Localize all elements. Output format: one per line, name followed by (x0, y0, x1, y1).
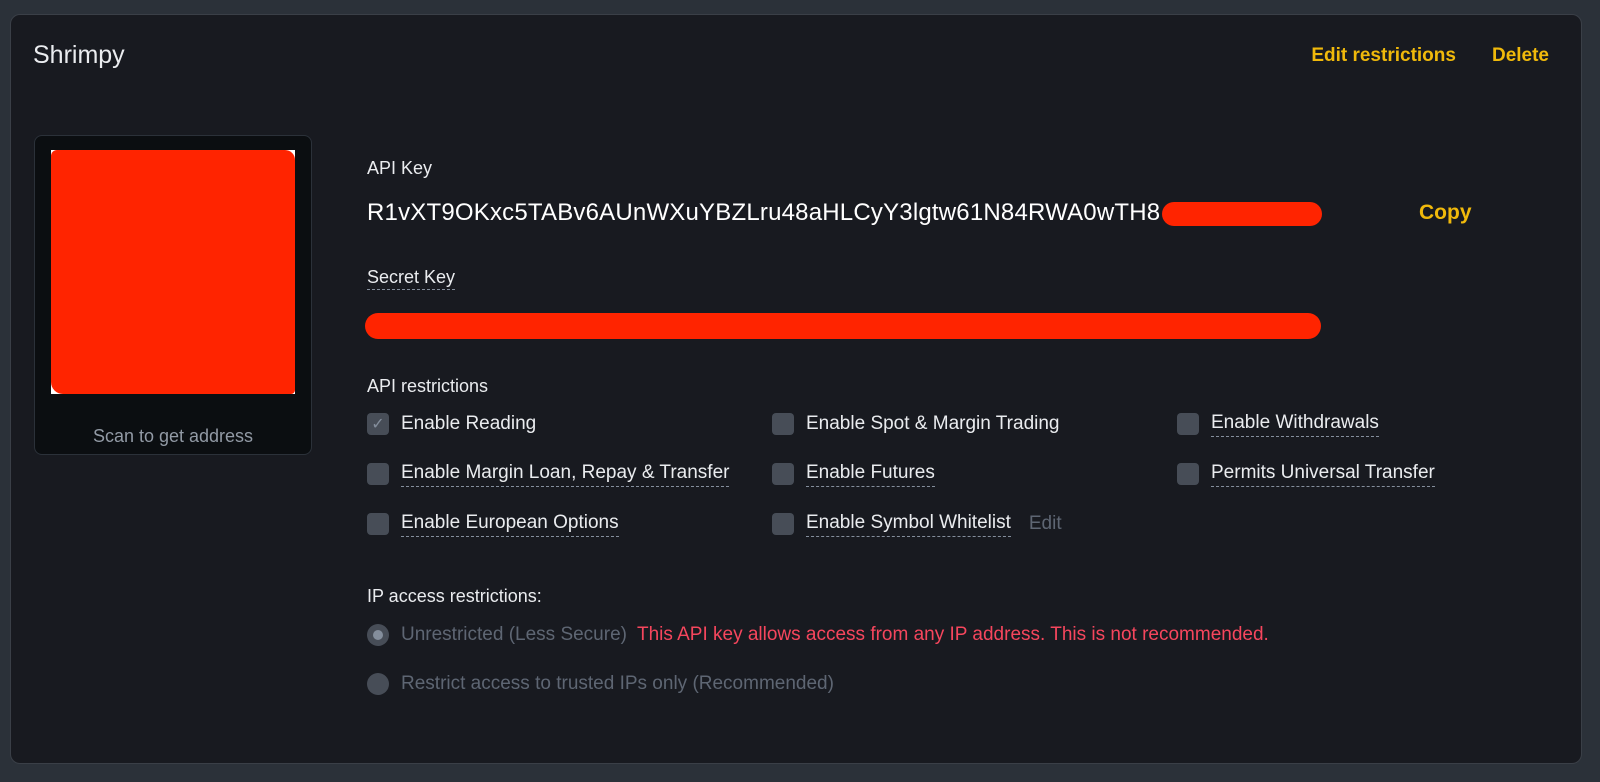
secret-key-label: Secret Key (367, 267, 456, 290)
perm-label: Enable Withdrawals (1211, 412, 1379, 437)
perm-label: Enable Symbol Whitelist (806, 512, 1011, 537)
perm-label: Enable European Options (401, 512, 619, 537)
perm-label: Enable Spot & Margin Trading (806, 413, 1060, 434)
checkbox-checked-icon[interactable]: ✓ (367, 413, 389, 435)
checkbox-icon[interactable] (772, 413, 794, 435)
perm-universal-transfer[interactable]: Permits Universal Transfer (1177, 460, 1435, 488)
copy-api-key-button[interactable]: Copy (1419, 201, 1472, 225)
perm-enable-margin-loan[interactable]: Enable Margin Loan, Repay & Transfer (367, 460, 730, 488)
radio-selected-icon[interactable] (367, 624, 389, 646)
checkbox-icon[interactable] (367, 513, 389, 535)
api-key-label: API Key (367, 158, 433, 178)
perm-label: Permits Universal Transfer (1211, 462, 1435, 487)
qr-code-image (51, 150, 295, 394)
ip-access-label: IP access restrictions: (367, 586, 542, 606)
perm-enable-futures[interactable]: Enable Futures (772, 460, 935, 488)
secret-key-label-wrap: Secret Key (367, 267, 456, 290)
radio-label: Unrestricted (Less Secure) (401, 624, 627, 645)
qr-caption: Scan to get address (92, 426, 254, 446)
perm-enable-symbol-whitelist[interactable]: Enable Symbol Whitelist Edit (772, 510, 1062, 538)
whitelist-edit-link[interactable]: Edit (1029, 513, 1062, 535)
checkbox-icon[interactable] (772, 513, 794, 535)
checkbox-icon[interactable] (772, 463, 794, 485)
checkbox-icon[interactable] (367, 463, 389, 485)
qr-code-panel: Scan to get address (34, 135, 312, 455)
radio-unrestricted[interactable]: Unrestricted (Less Secure) This API key … (367, 621, 1269, 649)
perm-label: Enable Reading (401, 413, 537, 434)
api-restrictions-label: API restrictions (367, 376, 489, 396)
qr-code-redaction (51, 150, 295, 394)
api-key-value-row: R1vXT9OKxc5TABv6AUnWXuYBZLru48aHLCyY3lgt… (367, 199, 1323, 227)
ip-warning-text: This API key allows access from any IP a… (636, 624, 1269, 645)
perm-enable-european-options[interactable]: Enable European Options (367, 510, 619, 538)
perm-enable-reading[interactable]: ✓ Enable Reading (367, 410, 536, 438)
api-key-card: Shrimpy Edit restrictions Delete Scan to… (10, 14, 1582, 764)
radio-label: Restrict access to trusted IPs only (Rec… (401, 673, 834, 694)
header-actions: Edit restrictions Delete (1311, 45, 1549, 67)
radio-restrict-trusted-ips[interactable]: Restrict access to trusted IPs only (Rec… (367, 670, 834, 698)
edit-restrictions-link[interactable]: Edit restrictions (1311, 45, 1456, 67)
perm-enable-spot-margin-trading[interactable]: Enable Spot & Margin Trading (772, 410, 1060, 438)
perm-enable-withdrawals[interactable]: Enable Withdrawals (1177, 410, 1379, 438)
secret-key-redaction (365, 313, 1321, 339)
api-key-name: Shrimpy (33, 41, 125, 69)
radio-icon[interactable] (367, 673, 389, 695)
perm-label: Enable Margin Loan, Repay & Transfer (401, 462, 730, 487)
checkbox-icon[interactable] (1177, 463, 1199, 485)
delete-link[interactable]: Delete (1492, 45, 1549, 67)
api-key-redaction (1162, 201, 1323, 226)
checkbox-icon[interactable] (1177, 413, 1199, 435)
perm-label: Enable Futures (806, 462, 935, 487)
api-key-value: R1vXT9OKxc5TABv6AUnWXuYBZLru48aHLCyY3lgt… (367, 199, 1161, 226)
